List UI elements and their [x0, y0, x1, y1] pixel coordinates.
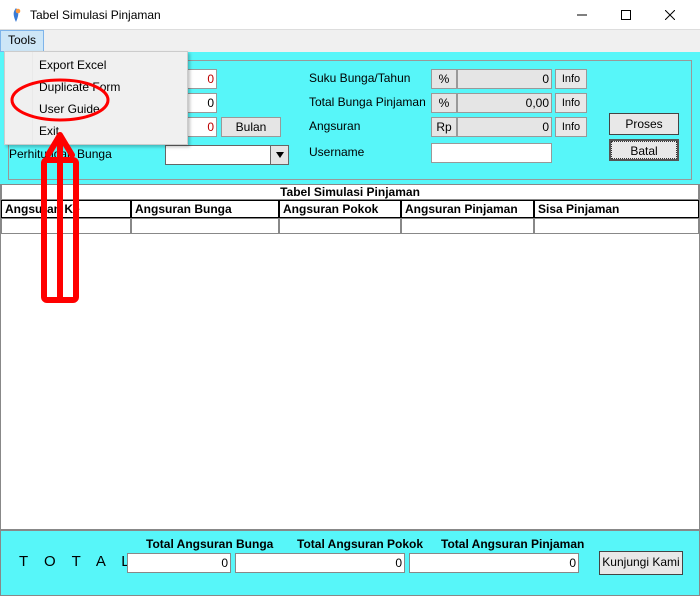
tools-dropdown: Export Excel Duplicate Form User Guide E… [4, 51, 188, 145]
rp-unit: Rp [431, 117, 457, 137]
jangka-unit-label: Bulan [221, 117, 281, 137]
table-header-row: Angsuran Ke Angsuran Bunga Angsuran Poko… [1, 200, 699, 218]
pct-unit-2: % [431, 93, 457, 113]
suku-value: 0 [457, 69, 552, 89]
username-input[interactable] [431, 143, 552, 163]
username-label: Username [309, 145, 364, 159]
footer-v2: 0 [235, 553, 405, 573]
footer-h3: Total Angsuran Pinjaman [441, 537, 584, 551]
footer-h1: Total Angsuran Bunga [146, 537, 273, 551]
chevron-down-icon [270, 146, 288, 164]
info-button-1[interactable]: Info [555, 69, 587, 89]
total-bunga-value: 0,00 [457, 93, 552, 113]
proses-button[interactable]: Proses [609, 113, 679, 135]
close-button[interactable] [648, 1, 692, 29]
menu-tools[interactable]: Tools [0, 30, 44, 52]
info-button-2[interactable]: Info [555, 93, 587, 113]
table-area: Tabel Simulasi Pinjaman Angsuran Ke Angs… [0, 184, 700, 530]
menu-exit[interactable]: Exit [5, 120, 187, 142]
table-row [1, 218, 699, 234]
th-angsuran-bunga: Angsuran Bunga [131, 200, 279, 218]
table-title: Tabel Simulasi Pinjaman [1, 184, 699, 200]
footer-v3: 0 [409, 553, 579, 573]
kunjungi-button[interactable]: Kunjungi Kami [599, 551, 683, 575]
perhitungan-select[interactable] [165, 145, 289, 165]
pct-unit-1: % [431, 69, 457, 89]
th-angsuran-pinjaman: Angsuran Pinjaman [401, 200, 534, 218]
batal-button[interactable]: Batal [609, 139, 679, 161]
footer-v1: 0 [127, 553, 231, 573]
app-icon [8, 7, 24, 23]
total-bunga-label: Total Bunga Pinjaman [309, 95, 426, 109]
menu-export-excel[interactable]: Export Excel [5, 54, 187, 76]
th-angsuran-pokok: Angsuran Pokok [279, 200, 401, 218]
minimize-button[interactable] [560, 1, 604, 29]
footer-h2: Total Angsuran Pokok [297, 537, 423, 551]
menu-duplicate-form[interactable]: Duplicate Form [5, 76, 187, 98]
angsuran-label: Angsuran [309, 119, 360, 133]
th-sisa-pinjaman: Sisa Pinjaman [534, 200, 699, 218]
maximize-button[interactable] [604, 1, 648, 29]
angsuran-value: 0 [457, 117, 552, 137]
menu-user-guide[interactable]: User Guide [5, 98, 187, 120]
footer: T O T A L Total Angsuran Bunga Total Ang… [0, 530, 700, 596]
th-angsuran-ke: Angsuran Ke [1, 200, 131, 218]
window-title: Tabel Simulasi Pinjaman [30, 8, 560, 22]
titlebar: Tabel Simulasi Pinjaman [0, 0, 700, 30]
total-label: T O T A L [19, 553, 136, 570]
suku-label: Suku Bunga/Tahun [309, 71, 410, 85]
menubar: Tools [0, 30, 700, 52]
perhitungan-label: Perhitungan Bunga [9, 147, 112, 161]
info-button-3[interactable]: Info [555, 117, 587, 137]
